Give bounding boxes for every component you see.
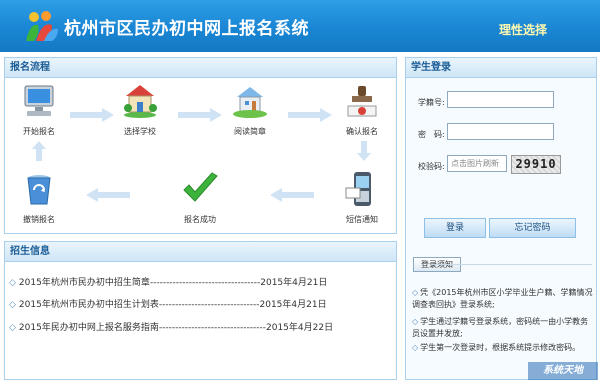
watermark-logo: 系统天地	[528, 362, 598, 380]
step-cancel-label: 撤销报名	[23, 215, 55, 224]
forgot-password-button[interactable]: 忘记密码	[489, 218, 576, 238]
stamp-icon	[347, 86, 377, 117]
news-item[interactable]: ◇ 2015年杭州市民办初中招生简章-----------------------…	[9, 275, 327, 288]
step-confirm[interactable]: 确认报名	[327, 82, 397, 137]
arrow-right-icon	[288, 108, 332, 122]
slogan-text: 理性选择	[499, 23, 548, 37]
news-heading: 招生信息	[5, 242, 396, 262]
diamond-bullet-icon: ◇	[412, 317, 419, 326]
step-choose-label: 选择学校	[124, 127, 156, 136]
step-success-label: 报名成功	[184, 215, 216, 224]
diamond-bullet-icon: ◇	[412, 288, 419, 297]
news-link[interactable]: 2015年杭州市民办初中招生计划表-----------------------…	[19, 300, 327, 310]
notice-item: ◇ 学生通过学籍号登录系统，密码统一由小学教务员设置并发放;	[412, 317, 589, 338]
password-label: 密 码:	[418, 130, 445, 139]
step-sms[interactable]: 短信通知	[327, 170, 397, 225]
diamond-bullet-icon: ◇	[9, 323, 16, 333]
login-button[interactable]: 登录	[424, 218, 486, 238]
step-sms-label: 短信通知	[346, 215, 378, 224]
step-cancel[interactable]: 撤销报名	[4, 170, 74, 225]
diamond-bullet-icon: ◇	[412, 343, 419, 352]
arrow-left-icon	[270, 188, 314, 202]
house-icon	[233, 87, 267, 118]
arrow-left-icon	[86, 188, 130, 202]
divider	[431, 264, 592, 265]
step-start[interactable]: 开始报名	[4, 82, 74, 137]
password-input[interactable]	[447, 123, 554, 140]
arrow-right-icon	[178, 108, 222, 122]
notice-item: ◇ 凭《2015年杭州市区小学毕业生户籍、学籍情况调查表回执》登录系统;	[412, 288, 593, 309]
news-item[interactable]: ◇ 2015年杭州市民办初中招生计划表----------------------…	[9, 297, 327, 310]
computer-icon	[24, 85, 54, 116]
student-id-label: 学籍号:	[418, 98, 445, 107]
step-read-brochure[interactable]: 阅读简章	[215, 82, 285, 137]
step-choose-school[interactable]: 选择学校	[105, 82, 175, 137]
process-heading: 报名流程	[5, 58, 396, 78]
checkmark-icon	[183, 172, 218, 202]
arrow-up-icon	[32, 141, 46, 161]
notice-item: ◇ 学生第一次登录时，根据系统提示修改密码。	[412, 343, 581, 352]
student-id-input[interactable]	[447, 91, 554, 108]
news-item[interactable]: ◇ 2015年民办初中网上报名服务指南----------------------…	[9, 320, 333, 333]
news-link[interactable]: 2015年杭州市民办初中招生简章------------------------…	[19, 278, 327, 288]
recycle-bin-icon	[27, 175, 51, 205]
arrow-down-icon	[357, 141, 371, 161]
header-banner: 杭州市区民办初中网上报名系统 理性选择	[0, 0, 600, 52]
step-success[interactable]: 报名成功	[165, 170, 235, 225]
captcha-label: 校验码:	[418, 162, 445, 171]
captcha-input[interactable]: 点击图片刷新	[447, 155, 507, 172]
step-start-label: 开始报名	[23, 127, 55, 136]
news-link[interactable]: 2015年民办初中网上报名服务指南-----------------------…	[19, 323, 333, 333]
school-icon	[124, 85, 157, 118]
logo-icon	[26, 11, 58, 41]
arrow-right-icon	[70, 108, 114, 122]
diamond-bullet-icon: ◇	[9, 278, 16, 288]
captcha-image[interactable]: 29910	[511, 155, 561, 174]
phone-icon	[345, 172, 371, 206]
system-title: 杭州市区民办初中网上报名系统	[64, 19, 309, 39]
news-panel: 招生信息	[4, 241, 397, 380]
diamond-bullet-icon: ◇	[9, 300, 16, 310]
step-read-label: 阅读简章	[234, 127, 266, 136]
login-heading: 学生登录	[406, 58, 596, 78]
step-confirm-label: 确认报名	[346, 127, 378, 136]
